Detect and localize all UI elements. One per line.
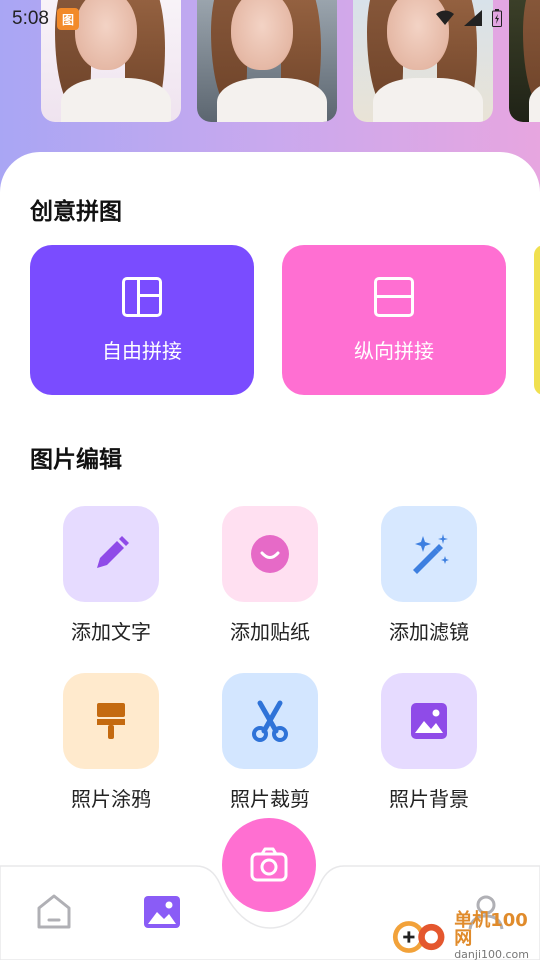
tool-box — [63, 506, 159, 602]
image-background-icon — [411, 703, 447, 739]
tool-doodle[interactable]: 照片涂鸦 — [63, 673, 159, 812]
tool-box — [222, 506, 318, 602]
free-collage-card[interactable]: 自由拼接 — [30, 245, 254, 395]
pencil-icon — [97, 536, 129, 568]
paint-brush-icon — [97, 703, 125, 739]
tool-add-text[interactable]: 添加文字 — [63, 506, 159, 645]
next-collage-card[interactable] — [534, 245, 540, 395]
tool-add-sticker[interactable]: 添加贴纸 — [222, 506, 318, 645]
vertical-collage-card[interactable]: 纵向拼接 — [282, 245, 506, 395]
tool-label: 照片背景 — [389, 787, 469, 811]
sticker-smile-icon — [251, 535, 289, 573]
tool-box — [63, 673, 159, 769]
watermark-text: 单机100网 — [454, 910, 528, 949]
vertical-collage-label: 纵向拼接 — [354, 338, 434, 363]
tool-add-filter[interactable]: 添加滤镜 — [381, 506, 477, 645]
tool-label: 照片裁剪 — [230, 787, 310, 811]
vertical-layout-icon — [374, 276, 414, 317]
status-time: 5:08 — [12, 8, 49, 29]
home-icon — [37, 894, 71, 929]
wifi-icon — [436, 10, 454, 25]
tool-label: 添加贴纸 — [230, 620, 310, 644]
app-notification-icon: 图 — [56, 8, 79, 30]
tool-background[interactable]: 照片背景 — [381, 673, 477, 812]
free-layout-icon — [122, 276, 162, 317]
tool-label: 添加文字 — [71, 620, 151, 644]
watermark: 单机100网 danji100.com — [392, 912, 540, 960]
nav-home[interactable] — [34, 892, 74, 936]
tool-label: 照片涂鸦 — [71, 787, 151, 811]
gallery-icon — [144, 896, 180, 928]
free-collage-label: 自由拼接 — [102, 338, 182, 363]
tool-label: 添加滤镜 — [389, 620, 469, 644]
section-title-creative-collage: 创意拼图 — [30, 199, 122, 225]
tool-box — [222, 673, 318, 769]
status-bar: 5:08 图 — [0, 0, 540, 38]
tool-box — [381, 506, 477, 602]
signal-icon — [464, 10, 482, 26]
watermark-logo-icon — [392, 920, 445, 953]
tool-crop[interactable]: 照片裁剪 — [222, 673, 318, 812]
nav-gallery[interactable] — [142, 892, 182, 936]
section-title-photo-edit: 图片编辑 — [30, 447, 122, 473]
camera-icon — [250, 847, 288, 882]
scissors-icon — [252, 700, 288, 742]
battery-icon — [492, 9, 502, 27]
magic-wand-icon — [413, 534, 449, 574]
tool-box — [381, 673, 477, 769]
camera-button[interactable] — [222, 818, 316, 912]
watermark-sub: danji100.com — [454, 948, 529, 960]
